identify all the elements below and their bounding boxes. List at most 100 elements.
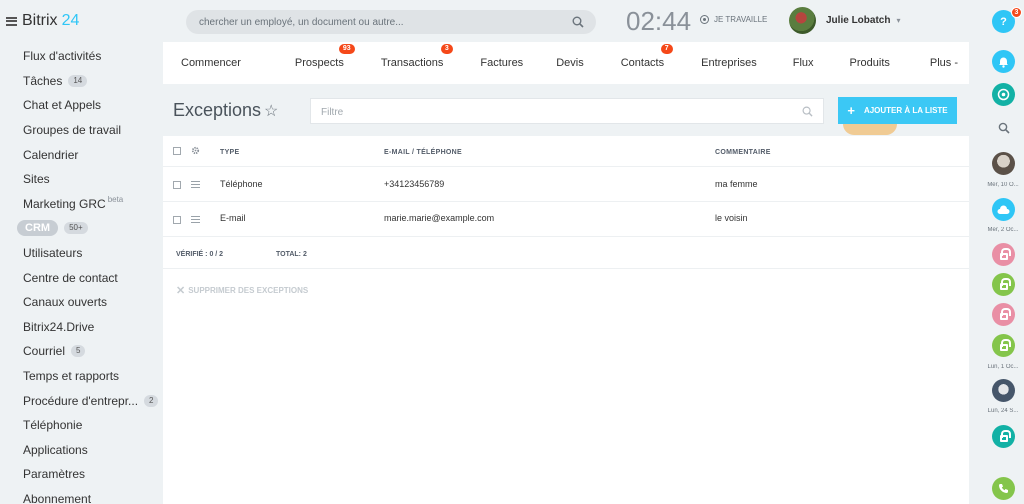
search-button[interactable] xyxy=(992,116,1015,139)
phone-icon xyxy=(998,484,1008,494)
tab-factures[interactable]: Factures xyxy=(480,57,523,69)
phone-button[interactable] xyxy=(992,477,1015,500)
recent-chat-avatar[interactable] xyxy=(992,152,1015,175)
sidebar-item-label: Flux d'activités xyxy=(23,49,102,64)
counter-badge: 14 xyxy=(68,74,88,87)
recent-chat-cloud[interactable] xyxy=(992,198,1015,221)
sidebar-item-chat[interactable]: Chat et Appels xyxy=(0,93,163,118)
tab-label: Produits xyxy=(849,57,890,69)
right-sidebar: ? 3 Mer, 10 O... Mer, 2 Oc... Lun, 1 Oc.… xyxy=(982,0,1024,504)
chevron-down-icon: ▾ xyxy=(896,16,901,25)
sidebar-item-flux[interactable]: Flux d'activités xyxy=(0,44,163,69)
row-checkbox[interactable] xyxy=(173,181,181,189)
sidebar-item-parametres[interactable]: Paramètres xyxy=(0,462,163,487)
sidebar-item-abonnement[interactable]: Abonnement xyxy=(0,487,163,504)
sidebar-item-procedure[interactable]: Procédure d'entrepr... 2 xyxy=(0,388,163,413)
sidebar-item-temps[interactable]: Temps et rapports xyxy=(0,364,163,389)
sidebar-item-drive[interactable]: Bitrix24.Drive xyxy=(0,315,163,340)
notifications-button[interactable] xyxy=(992,50,1015,73)
column-header-type[interactable]: TYPE xyxy=(220,149,239,156)
sidebar-item-calendrier[interactable]: Calendrier xyxy=(0,142,163,167)
search-icon[interactable] xyxy=(802,106,813,117)
tab-produits[interactable]: Produits xyxy=(850,57,890,69)
tab-flux[interactable]: Flux xyxy=(793,57,814,69)
user-menu[interactable]: Julie Lobatch ▾ xyxy=(789,7,900,34)
menu-toggle-icon[interactable] xyxy=(6,16,17,26)
sidebar-item-label: Sites xyxy=(23,172,50,187)
sidebar-item-canaux[interactable]: Canaux ouverts xyxy=(0,290,163,315)
search-icon[interactable] xyxy=(572,16,584,28)
row-checkbox[interactable] xyxy=(173,216,181,224)
sidebar-item-label: Bitrix24.Drive xyxy=(23,319,95,334)
tab-plus[interactable]: Plus - xyxy=(930,57,958,69)
logo[interactable]: Bitrix 24 xyxy=(6,10,79,32)
sidebar-item-label: CRM xyxy=(17,220,59,237)
tab-label: Plus - xyxy=(929,57,959,69)
search-input[interactable] xyxy=(199,14,559,30)
exceptions-grid: TYPE E-MAIL / TÉLÉPHONE COMMENTAIRE Télé… xyxy=(163,136,969,504)
column-header-contact[interactable]: E-MAIL / TÉLÉPHONE xyxy=(384,149,462,156)
sidebar-item-label: Centre de contact xyxy=(23,270,118,285)
drag-handle-icon[interactable] xyxy=(191,181,200,188)
chat-icon xyxy=(997,88,1010,101)
help-button[interactable]: ? 3 xyxy=(992,7,1022,33)
sidebar-item-courriel[interactable]: Courriel 5 xyxy=(0,339,163,364)
sidebar-item-telephonie[interactable]: Téléphonie xyxy=(0,413,163,438)
recent-chat-locked[interactable] xyxy=(992,425,1015,448)
work-status[interactable]: JE TRAVAILLE xyxy=(700,15,767,24)
tab-label: Prospects xyxy=(294,57,344,69)
clock-time[interactable]: 02:44 xyxy=(626,6,691,37)
sidebar-item-centre-contact[interactable]: Centre de contact xyxy=(0,265,163,290)
recent-date-label: Lun, 24 S... xyxy=(987,408,1019,414)
tab-commencer[interactable]: Commencer xyxy=(181,57,241,69)
tab-transactions[interactable]: Transactions 3 xyxy=(380,44,453,69)
tab-label: Transactions xyxy=(380,57,444,69)
sidebar-item-label: Courriel xyxy=(23,344,66,359)
sidebar-item-marketing[interactable]: Marketing GRC beta xyxy=(0,192,163,217)
star-icon[interactable]: ☆ xyxy=(264,101,278,121)
notification-badge: 3 xyxy=(1011,7,1022,18)
recent-chat-locked[interactable] xyxy=(992,334,1015,357)
open-channels-button[interactable] xyxy=(992,83,1015,106)
cloud-icon xyxy=(997,205,1010,214)
sidebar-item-taches[interactable]: Tâches 14 xyxy=(0,69,163,94)
tab-label: Contacts xyxy=(620,57,665,69)
counter-badge: 50+ xyxy=(64,222,88,235)
grid-footer: VÉRIFIÉ : 0 / 2 TOTAL: 2 xyxy=(163,237,969,269)
tab-label: Commencer xyxy=(181,57,241,69)
recent-chat-avatar[interactable] xyxy=(992,379,1015,402)
drag-handle-icon[interactable] xyxy=(191,216,200,223)
sidebar-item-applications[interactable]: Applications xyxy=(0,438,163,463)
select-all-checkbox[interactable] xyxy=(173,147,181,155)
tab-entreprises[interactable]: Entreprises xyxy=(701,57,757,69)
column-header-comment[interactable]: COMMENTAIRE xyxy=(715,149,771,156)
search-icon xyxy=(998,122,1010,134)
lock-icon xyxy=(999,248,1011,260)
gear-icon[interactable] xyxy=(191,146,200,155)
recent-chat-locked[interactable] xyxy=(992,303,1015,326)
sidebar-item-crm[interactable]: CRM 50+ xyxy=(0,216,163,241)
add-to-list-button[interactable]: + AJOUTER À LA LISTE xyxy=(838,97,957,124)
recent-chat-locked[interactable] xyxy=(992,273,1015,296)
sidebar-item-label: Applications xyxy=(23,442,88,457)
plus-icon: + xyxy=(847,103,855,118)
decoration-image xyxy=(843,124,897,135)
sidebar-item-label: Utilisateurs xyxy=(23,246,83,261)
filter-input[interactable] xyxy=(321,105,781,119)
beta-tag: beta xyxy=(107,195,124,205)
delete-exceptions-button[interactable]: ✕ SUPPRIMER DES EXCEPTIONS xyxy=(176,284,308,297)
tab-contacts[interactable]: Contacts 7 xyxy=(620,44,673,69)
lock-icon xyxy=(999,308,1011,320)
logo-text: Bitrix xyxy=(22,12,58,29)
sidebar-item-groupes[interactable]: Groupes de travail xyxy=(0,118,163,143)
recent-date-label: Mer, 10 O... xyxy=(987,182,1019,188)
tab-prospects[interactable]: Prospects 93 xyxy=(294,44,355,69)
tab-devis[interactable]: Devis xyxy=(556,57,584,69)
page-title: Exceptions xyxy=(173,100,262,120)
table-row[interactable]: E-mail marie.marie@example.com le voisin xyxy=(163,202,969,237)
sidebar-item-sites[interactable]: Sites xyxy=(0,167,163,192)
verified-count: VÉRIFIÉ : 0 / 2 xyxy=(176,251,224,258)
recent-chat-locked[interactable] xyxy=(992,243,1015,266)
sidebar-item-utilisateurs[interactable]: Utilisateurs xyxy=(0,241,163,266)
table-row[interactable]: Téléphone +34123456789 ma femme xyxy=(163,167,969,202)
